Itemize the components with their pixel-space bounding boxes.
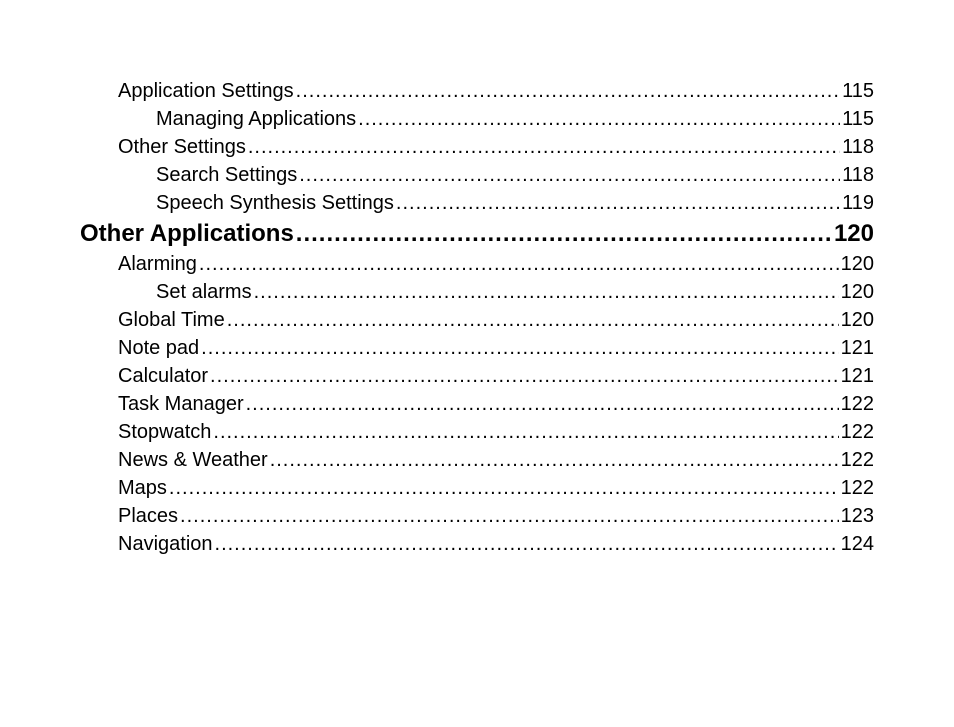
toc-entry[interactable]: Calculator..............................… xyxy=(80,365,874,388)
toc-entry[interactable]: Places..................................… xyxy=(80,505,874,528)
toc-dots: ........................................… xyxy=(396,192,840,215)
toc-entry[interactable]: Set alarms..............................… xyxy=(80,281,874,304)
toc-page: 118 xyxy=(842,164,874,187)
toc-page: 118 xyxy=(842,136,874,159)
toc-entry[interactable]: News & Weather..........................… xyxy=(80,449,874,472)
toc-dots: ........................................… xyxy=(210,365,839,388)
toc-page: 122 xyxy=(841,477,874,500)
toc-entry[interactable]: Search Settings.........................… xyxy=(80,164,874,187)
toc-entry[interactable]: Stopwatch...............................… xyxy=(80,421,874,444)
toc-label: Task Manager xyxy=(118,393,244,416)
toc-entry[interactable]: Task Manager............................… xyxy=(80,393,874,416)
toc-label: Stopwatch xyxy=(118,421,211,444)
toc-entry[interactable]: Global Time.............................… xyxy=(80,309,874,332)
toc-page: 115 xyxy=(842,108,874,131)
toc-page: 120 xyxy=(841,309,874,332)
toc-dots: ........................................… xyxy=(299,164,840,187)
toc-label: Other Settings xyxy=(118,136,246,159)
toc-dots: ........................................… xyxy=(246,393,839,416)
toc-entry[interactable]: Alarming................................… xyxy=(80,253,874,276)
toc-page: 121 xyxy=(841,337,874,360)
toc-dots: ........................................… xyxy=(248,136,840,159)
toc-label: Set alarms xyxy=(156,281,252,304)
toc-label: Application Settings xyxy=(118,80,294,103)
toc-dots: ........................................… xyxy=(358,108,840,131)
toc-label: Speech Synthesis Settings xyxy=(156,192,394,215)
toc-label: Other Applications xyxy=(80,220,294,248)
toc-page: 122 xyxy=(841,421,874,444)
toc-page: 123 xyxy=(841,505,874,528)
toc-dots: ........................................… xyxy=(215,533,839,556)
toc-page: 122 xyxy=(841,449,874,472)
toc-dots: ........................................… xyxy=(296,220,832,248)
toc-dots: ........................................… xyxy=(227,309,839,332)
toc-page: 119 xyxy=(842,192,874,215)
toc-entry[interactable]: Other Applications......................… xyxy=(80,220,874,248)
toc-entry[interactable]: Application Settings....................… xyxy=(80,80,874,103)
toc-page: 124 xyxy=(841,533,874,556)
toc-label: News & Weather xyxy=(118,449,268,472)
toc-dots: ........................................… xyxy=(201,337,838,360)
toc-dots: ........................................… xyxy=(213,421,838,444)
toc-label: Global Time xyxy=(118,309,225,332)
toc-label: Maps xyxy=(118,477,167,500)
toc-page: 121 xyxy=(841,365,874,388)
toc-dots: ........................................… xyxy=(254,281,839,304)
toc-page: 120 xyxy=(841,253,874,276)
toc-entry[interactable]: Navigation..............................… xyxy=(80,533,874,556)
table-of-contents: Application Settings....................… xyxy=(80,80,874,556)
toc-label: Places xyxy=(118,505,178,528)
toc-page: 115 xyxy=(842,80,874,103)
toc-page: 120 xyxy=(834,220,874,248)
toc-dots: ........................................… xyxy=(199,253,839,276)
toc-page: 120 xyxy=(841,281,874,304)
toc-label: Managing Applications xyxy=(156,108,356,131)
toc-label: Alarming xyxy=(118,253,197,276)
toc-dots: ........................................… xyxy=(180,505,839,528)
toc-entry[interactable]: Note pad................................… xyxy=(80,337,874,360)
toc-dots: ........................................… xyxy=(296,80,840,103)
toc-label: Navigation xyxy=(118,533,213,556)
toc-entry[interactable]: Managing Applications...................… xyxy=(80,108,874,131)
toc-page: 122 xyxy=(841,393,874,416)
toc-label: Search Settings xyxy=(156,164,297,187)
toc-entry[interactable]: Maps....................................… xyxy=(80,477,874,500)
toc-label: Note pad xyxy=(118,337,199,360)
toc-entry[interactable]: Speech Synthesis Settings...............… xyxy=(80,192,874,215)
toc-entry[interactable]: Other Settings..........................… xyxy=(80,136,874,159)
toc-dots: ........................................… xyxy=(169,477,839,500)
toc-dots: ........................................… xyxy=(270,449,839,472)
toc-label: Calculator xyxy=(118,365,208,388)
